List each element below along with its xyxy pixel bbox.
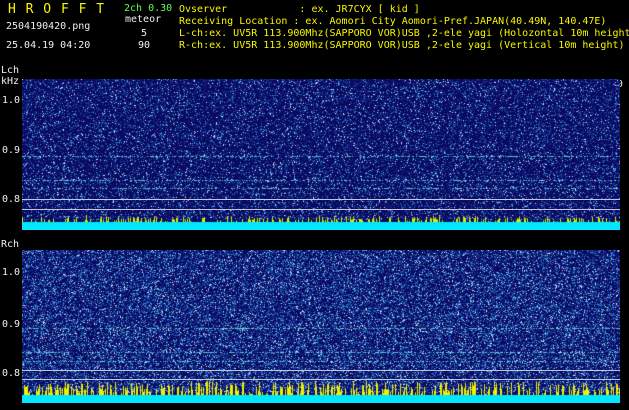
lch-config-line: L-ch:ex. UV5R 113.900Mhz(SAPPORO VOR)USB… bbox=[179, 28, 629, 39]
lch-y-label-1-0: 1.0 bbox=[2, 95, 21, 106]
rch-waterfall bbox=[22, 250, 620, 403]
lch-waterfall bbox=[22, 79, 620, 230]
app-title: H R O F F T bbox=[8, 2, 106, 17]
rch-config-line: R-ch:ex. UV5R 113.900Mhz(SAPPORO VOR)USB… bbox=[179, 40, 625, 51]
value-2: 90 bbox=[138, 40, 151, 51]
rch-marker-line-2 bbox=[22, 379, 620, 380]
rch-y-label-0-8: 0.8 bbox=[2, 368, 21, 379]
location-line: Receiving Location : ex. Aomori City Aom… bbox=[179, 16, 607, 27]
rch-y-label-0-9: 0.9 bbox=[2, 319, 21, 330]
rch-label: Rch bbox=[1, 239, 20, 250]
observer-line: Ovserver : ex. JR7CYX [ kid ] bbox=[179, 4, 420, 15]
mode-sublabel: meteor bbox=[125, 14, 162, 25]
lch-y-label-0-9: 0.9 bbox=[2, 145, 21, 156]
image-filename: 2504190420.png bbox=[6, 21, 91, 32]
lch-label: Lch bbox=[1, 65, 20, 76]
value-1: 5 bbox=[141, 28, 148, 39]
lch-marker-line-1 bbox=[22, 199, 620, 200]
lch-y-label-0-8: 0.8 bbox=[2, 194, 21, 205]
capture-datetime: 25.04.19 04:20 bbox=[6, 40, 91, 51]
rch-marker-line-1 bbox=[22, 370, 620, 371]
lch-marker-line-2 bbox=[22, 209, 620, 210]
rch-y-label-1-0: 1.0 bbox=[2, 267, 21, 278]
lch-unit: kHz bbox=[1, 76, 20, 87]
mode-label: 2ch 0.30 bbox=[124, 3, 173, 14]
